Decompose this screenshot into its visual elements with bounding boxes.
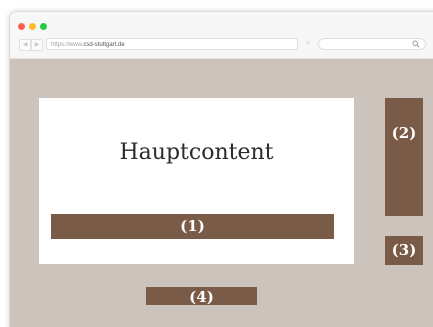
url-prefix: https://www. <box>51 42 84 48</box>
section-4-block: (4) <box>146 287 257 306</box>
window-maximize-dot[interactable] <box>40 23 47 30</box>
window-minimize-dot[interactable] <box>29 23 36 30</box>
section-1-block: (1) <box>51 214 334 239</box>
url-domain: csd-stuttgart.de <box>83 42 125 48</box>
main-content-area: Hauptcontent (1) <box>39 98 354 264</box>
browser-window: ◀ ▶ https://www.csd-stuttgart.de × Haupt… <box>10 12 433 327</box>
browser-toolbar: ◀ ▶ https://www.csd-stuttgart.de × <box>10 12 433 59</box>
address-bar[interactable]: https://www.csd-stuttgart.de <box>46 38 298 50</box>
window-close-dot[interactable] <box>18 23 25 30</box>
canvas: ◀ ▶ https://www.csd-stuttgart.de × Haupt… <box>0 0 433 327</box>
back-arrow-icon[interactable]: ◀ <box>19 39 31 51</box>
clear-url-icon[interactable]: × <box>304 38 312 50</box>
main-content-title: Hauptcontent <box>119 140 274 165</box>
search-input[interactable] <box>318 38 426 50</box>
section-3-block: (3) <box>385 236 423 265</box>
search-icon <box>412 40 420 48</box>
forward-arrow-icon[interactable]: ▶ <box>31 39 43 51</box>
section-2-block: (2) <box>385 98 423 216</box>
